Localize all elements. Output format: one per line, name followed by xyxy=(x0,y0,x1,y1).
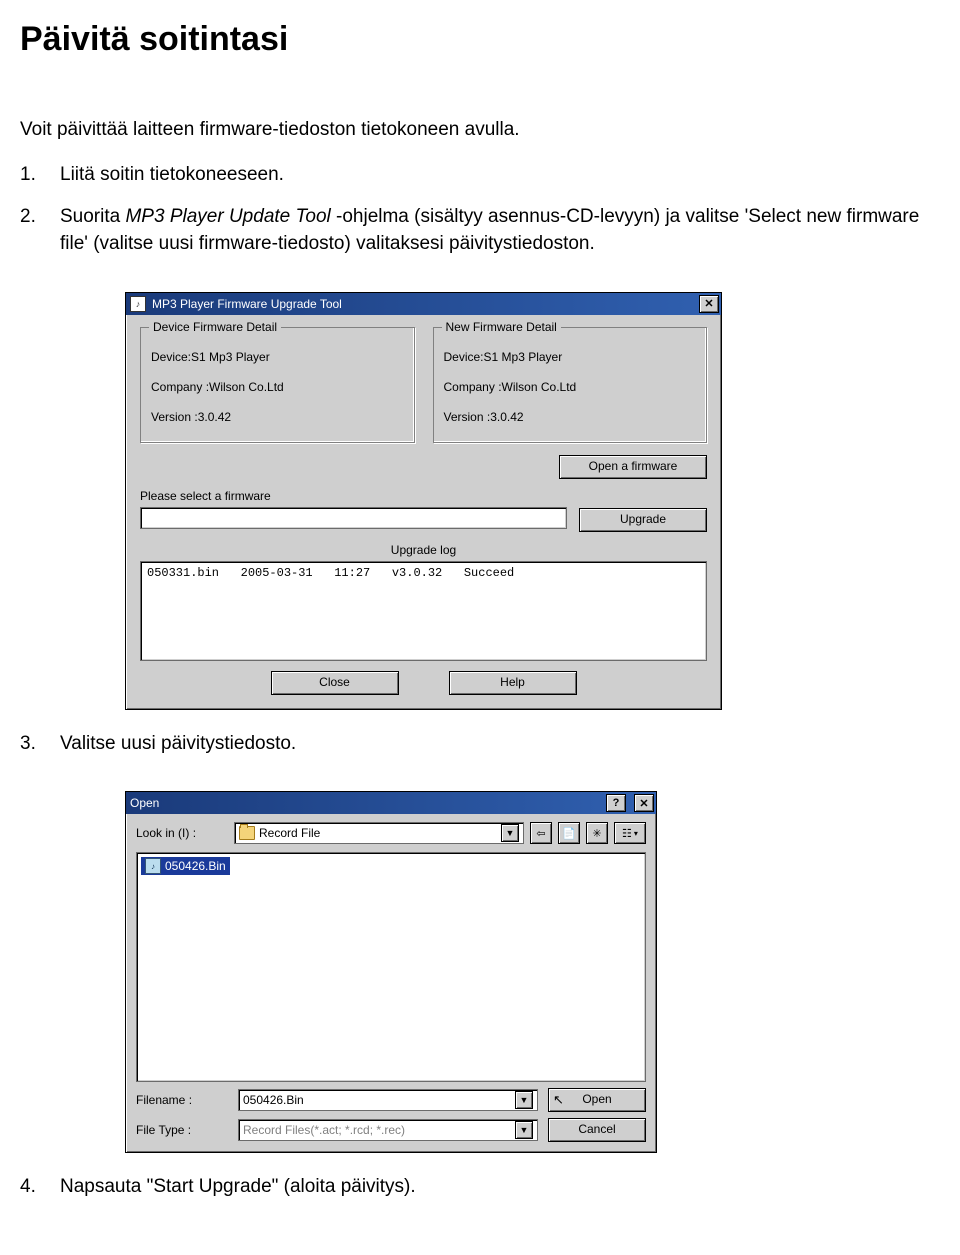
help-icon[interactable]: ? xyxy=(606,794,626,812)
device-company: Company :Wilson Co.Ltd xyxy=(151,380,404,394)
chevron-down-icon[interactable]: ▼ xyxy=(515,1091,533,1109)
device-name: Device:S1 Mp3 Player xyxy=(151,350,404,364)
close-icon[interactable]: ✕ xyxy=(634,794,654,812)
chevron-down-icon[interactable]: ▼ xyxy=(501,824,519,842)
open-button[interactable]: ↖ Open xyxy=(548,1088,646,1112)
open-dialog-toolbar: Look in (I) : Record File ▼ ⇦ 📄 ✳ ☷▾ xyxy=(136,822,646,844)
close-icon[interactable]: ✕ xyxy=(699,295,719,313)
new-device-version: Version :3.0.42 xyxy=(444,410,697,424)
chevron-down-icon[interactable]: ▼ xyxy=(515,1121,533,1139)
please-select-label: Please select a firmware xyxy=(140,489,707,503)
new-firmware-group: New Firmware Detail Device:S1 Mp3 Player… xyxy=(433,327,708,443)
filename-label: Filename : xyxy=(136,1093,228,1107)
upgrade-log: 050331.bin 2005-03-31 11:27 v3.0.32 Succ… xyxy=(140,561,707,661)
filename-input[interactable]: 050426.Bin ▼ xyxy=(238,1089,538,1111)
new-folder-icon[interactable]: ✳ xyxy=(586,822,608,844)
page-heading: Päivitä soitintasi xyxy=(20,20,940,59)
firmware-path-input[interactable] xyxy=(140,507,567,529)
upgrade-dialog-title: MP3 Player Firmware Upgrade Tool xyxy=(152,297,691,311)
open-dialog: Open ? ✕ Look in (I) : Record File ▼ ⇦ 📄… xyxy=(125,791,657,1153)
step-4: 4.Napsauta "Start Upgrade" (aloita päivi… xyxy=(20,1173,940,1201)
upgrade-dialog-titlebar: ♪ MP3 Player Firmware Upgrade Tool ✕ xyxy=(126,293,721,315)
device-firmware-group: Device Firmware Detail Device:S1 Mp3 Pla… xyxy=(140,327,415,443)
step-3: 3.Valitse uusi päivitystiedosto. xyxy=(20,730,940,758)
step-1: 1.Liitä soitin tietokoneeseen. xyxy=(20,161,940,189)
new-device-name: Device:S1 Mp3 Player xyxy=(444,350,697,364)
open-firmware-button[interactable]: Open a firmware xyxy=(559,455,707,479)
app-icon: ♪ xyxy=(130,296,146,312)
upgrade-dialog: ♪ MP3 Player Firmware Upgrade Tool ✕ Dev… xyxy=(125,292,722,710)
new-device-company: Company :Wilson Co.Ltd xyxy=(444,380,697,394)
cancel-button[interactable]: Cancel xyxy=(548,1118,646,1142)
open-dialog-titlebar: Open ? ✕ xyxy=(126,792,656,814)
open-dialog-title: Open xyxy=(130,796,598,810)
back-icon[interactable]: ⇦ xyxy=(530,822,552,844)
cursor-icon: ↖ xyxy=(553,1090,564,1110)
upgrade-log-label: Upgrade log xyxy=(140,543,707,557)
view-icon[interactable]: ☷▾ xyxy=(614,822,646,844)
file-list[interactable]: ♪ 050426.Bin xyxy=(136,852,646,1082)
file-item-selected[interactable]: ♪ 050426.Bin xyxy=(141,857,230,875)
folder-icon xyxy=(239,826,255,840)
filetype-combo[interactable]: Record Files(*.act; *.rcd; *.rec) ▼ xyxy=(238,1119,538,1141)
upgrade-button[interactable]: Upgrade xyxy=(579,508,707,532)
intro-text: Voit päivittää laitteen firmware-tiedost… xyxy=(20,119,940,141)
file-icon: ♪ xyxy=(145,858,161,874)
look-in-value: Record File xyxy=(259,826,320,840)
close-button[interactable]: Close xyxy=(271,671,399,695)
up-folder-icon[interactable]: 📄 xyxy=(558,822,580,844)
look-in-label: Look in (I) : xyxy=(136,826,228,840)
filetype-label: File Type : xyxy=(136,1123,228,1137)
step-2: 2.Suorita MP3 Player Update Tool -ohjelm… xyxy=(20,203,940,258)
look-in-combo[interactable]: Record File ▼ xyxy=(234,822,524,844)
help-button[interactable]: Help xyxy=(449,671,577,695)
device-version: Version :3.0.42 xyxy=(151,410,404,424)
